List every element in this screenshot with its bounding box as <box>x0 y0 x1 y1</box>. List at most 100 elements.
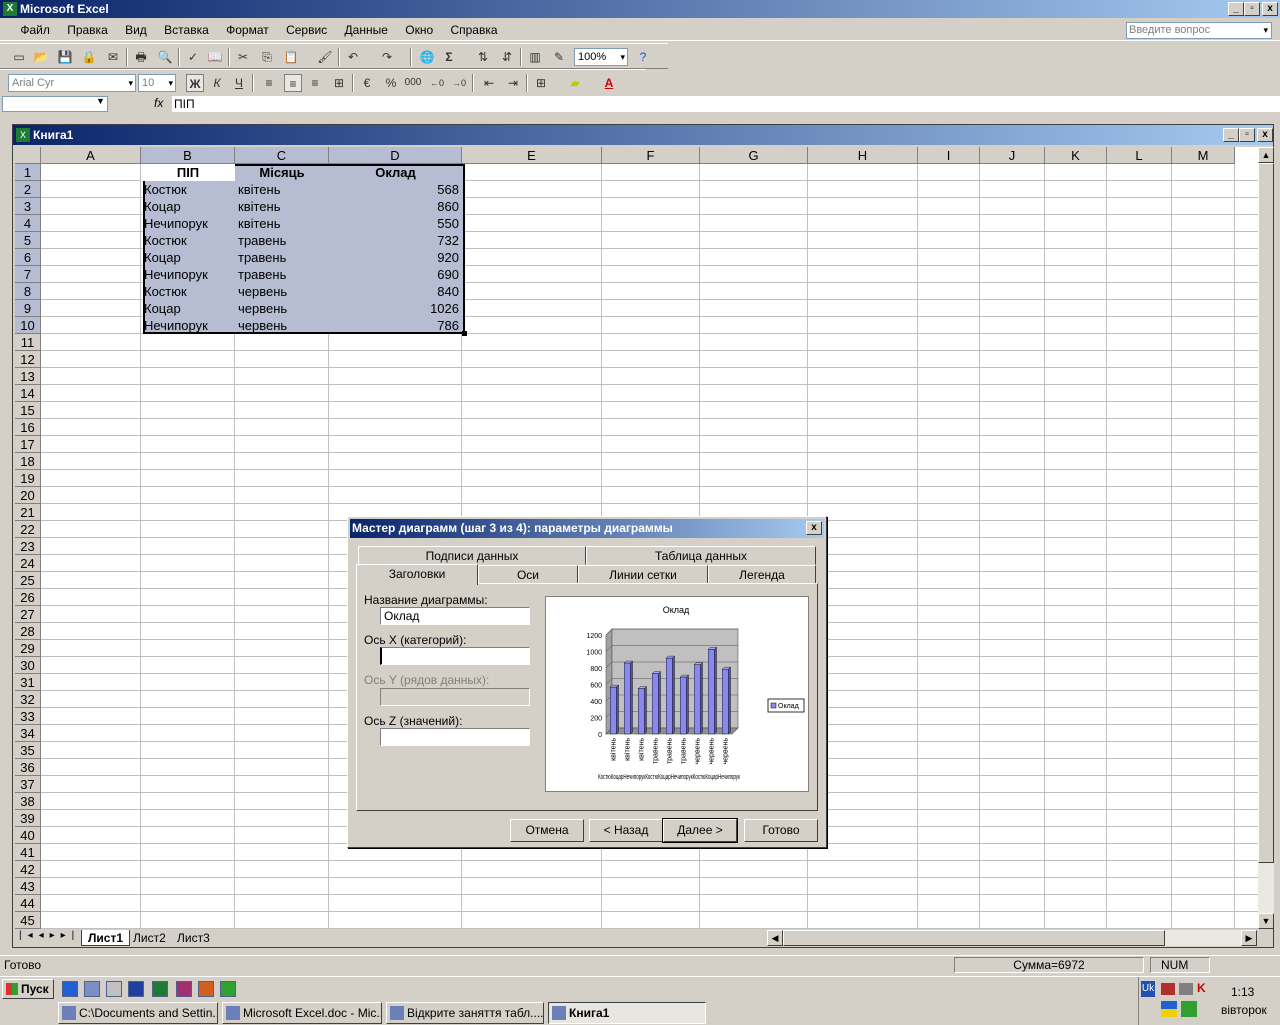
new-icon[interactable]: ▭ <box>10 48 28 66</box>
row-header[interactable]: 24 <box>15 555 41 572</box>
data-cell[interactable]: червень <box>238 317 326 334</box>
fill-color-icon[interactable]: ▰ <box>566 74 584 92</box>
dialog-close-button[interactable]: x <box>806 521 822 535</box>
chart-wizard-icon[interactable]: ▥ <box>526 48 544 66</box>
menu-insert[interactable]: Вставка <box>157 19 216 41</box>
data-cell[interactable]: квітень <box>238 198 326 215</box>
row-header[interactable]: 27 <box>15 606 41 623</box>
data-cell[interactable]: червень <box>238 283 326 300</box>
scroll-right-button[interactable]: ▶ <box>1241 930 1257 946</box>
row-header[interactable]: 3 <box>15 198 41 215</box>
data-cell[interactable]: 786 <box>332 317 459 334</box>
menu-file[interactable]: Файл <box>13 19 57 41</box>
borders-icon[interactable]: ⊞ <box>532 74 550 92</box>
paste-icon[interactable]: 📋 <box>282 48 300 66</box>
italic-button[interactable]: К <box>208 74 226 92</box>
desktop-icon[interactable] <box>84 981 100 997</box>
data-cell[interactable]: 1026 <box>332 300 459 317</box>
data-cell[interactable]: Нечипорук <box>144 317 232 334</box>
decrease-decimal-icon[interactable]: →0 <box>450 74 468 92</box>
excel-app-icon[interactable]: X <box>3 2 17 16</box>
email-icon[interactable]: ✉ <box>104 48 122 66</box>
row-header[interactable]: 2 <box>15 181 41 198</box>
tab-data-labels[interactable]: Подписи данных <box>358 546 586 565</box>
column-header[interactable]: J <box>980 147 1045 164</box>
column-header[interactable]: D <box>329 147 462 164</box>
row-header[interactable]: 33 <box>15 708 41 725</box>
horizontal-scrollbar[interactable]: ◀ ▶ <box>767 930 1257 946</box>
workbook-restore-button[interactable]: ▫ <box>1239 128 1255 142</box>
align-center-icon[interactable]: ≡ <box>284 74 302 92</box>
workbook-minimize-button[interactable]: _ <box>1223 128 1239 142</box>
row-header[interactable]: 25 <box>15 572 41 589</box>
scroll-down-button[interactable]: ▼ <box>1258 913 1274 929</box>
data-cell[interactable]: 550 <box>332 215 459 232</box>
data-cell[interactable]: червень <box>238 300 326 317</box>
hscroll-thumb[interactable] <box>783 930 1165 946</box>
menu-data[interactable]: Данные <box>338 19 395 41</box>
data-cell[interactable]: 732 <box>332 232 459 249</box>
column-header[interactable]: K <box>1045 147 1107 164</box>
row-header[interactable]: 41 <box>15 844 41 861</box>
scroll-thumb[interactable] <box>1258 163 1274 863</box>
scroll-left-button[interactable]: ◀ <box>767 930 783 946</box>
row-header[interactable]: 28 <box>15 623 41 640</box>
data-cell[interactable]: Коцар <box>144 198 232 215</box>
fill-handle[interactable] <box>462 331 467 336</box>
finish-button[interactable]: Готово <box>744 819 818 842</box>
name-box-dropdown-icon[interactable]: ▼ <box>96 96 105 106</box>
scroll-up-button[interactable]: ▲ <box>1258 147 1274 163</box>
row-header[interactable]: 18 <box>15 453 41 470</box>
data-cell[interactable]: травень <box>238 266 326 283</box>
ask-question-box[interactable]: Введите вопрос <box>1126 22 1272 39</box>
row-header[interactable]: 44 <box>15 895 41 912</box>
task-button-explorer[interactable]: C:\Documents and Settin... <box>58 1002 218 1024</box>
row-header[interactable]: 45 <box>15 912 41 929</box>
ie-icon[interactable] <box>62 981 78 997</box>
header-cell[interactable]: ПІП <box>141 164 235 181</box>
help-icon[interactable]: ? <box>634 48 652 66</box>
percent-button[interactable]: % <box>382 74 400 92</box>
chart-title-input[interactable]: Оклад <box>380 607 530 625</box>
row-header[interactable]: 39 <box>15 810 41 827</box>
row-header[interactable]: 17 <box>15 436 41 453</box>
row-header[interactable]: 10 <box>15 317 41 334</box>
sheet-tab-2[interactable]: Лист2 <box>127 930 172 946</box>
name-box[interactable] <box>2 96 108 112</box>
word-icon[interactable] <box>128 981 144 997</box>
workbook-icon[interactable]: X <box>16 128 30 142</box>
data-cell[interactable]: Костюк <box>144 232 232 249</box>
thousands-button[interactable]: 000 <box>404 74 422 92</box>
font-size-combo[interactable]: 10 <box>138 74 176 92</box>
row-header[interactable]: 23 <box>15 538 41 555</box>
font-color-icon[interactable]: A <box>600 74 618 92</box>
save-icon[interactable]: 💾 <box>56 48 74 66</box>
column-header[interactable]: E <box>462 147 602 164</box>
select-all-corner[interactable] <box>15 147 41 164</box>
tab-scroll-buttons[interactable]: |◂◂▸▸| <box>19 930 80 941</box>
cancel-button[interactable]: Отмена <box>510 819 584 842</box>
sort-ascending-icon[interactable]: ⇅ <box>474 48 492 66</box>
menu-tools[interactable]: Сервис <box>279 19 334 41</box>
print-preview-icon[interactable]: 🔍 <box>156 48 174 66</box>
row-header[interactable]: 36 <box>15 759 41 776</box>
permission-icon[interactable]: 🔒 <box>80 48 98 66</box>
row-header[interactable]: 9 <box>15 300 41 317</box>
row-header[interactable]: 42 <box>15 861 41 878</box>
tab-axes[interactable]: Оси <box>478 565 578 584</box>
data-cell[interactable]: 690 <box>332 266 459 283</box>
research-icon[interactable]: 📖 <box>206 48 224 66</box>
cut-icon[interactable]: ✂ <box>234 48 252 66</box>
column-header[interactable]: F <box>602 147 700 164</box>
menu-help[interactable]: Справка <box>443 19 504 41</box>
menu-window[interactable]: Окно <box>398 19 440 41</box>
antivirus-icon[interactable]: K <box>1197 981 1206 995</box>
format-painter-icon[interactable]: 🖌 <box>316 48 334 66</box>
column-header[interactable]: I <box>918 147 980 164</box>
print-icon[interactable]: 🖶 <box>132 48 150 66</box>
data-cell[interactable]: Костюк <box>144 181 232 198</box>
vertical-scrollbar[interactable]: ▲ ▼ <box>1258 147 1274 929</box>
x-axis-input[interactable] <box>380 647 530 665</box>
bold-button[interactable]: Ж <box>186 74 204 92</box>
task-button-lesson[interactable]: Відкрите заняття табл.... <box>386 1002 544 1024</box>
